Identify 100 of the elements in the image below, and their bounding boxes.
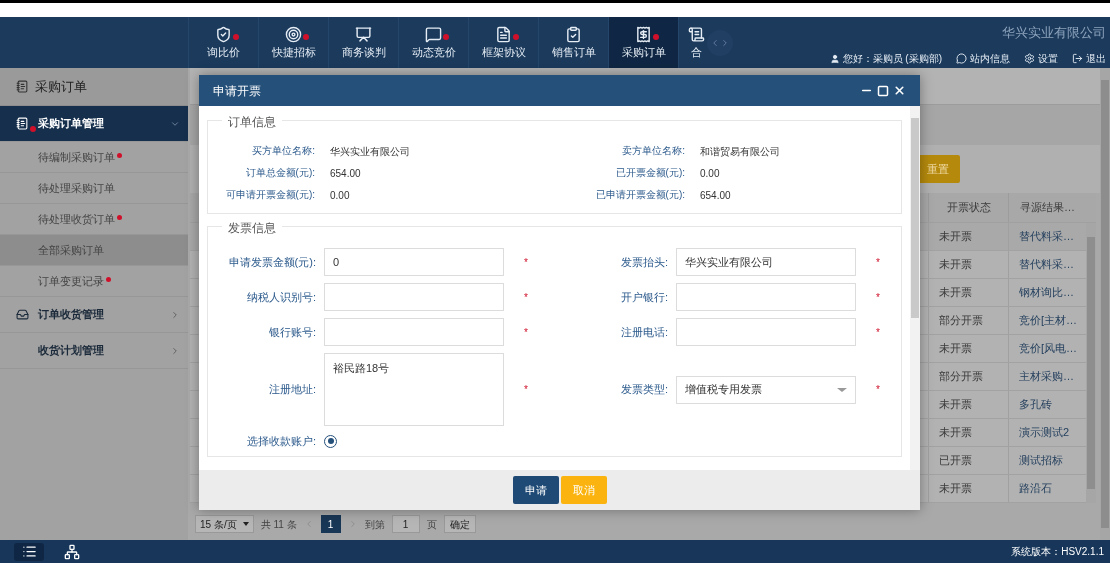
info-label: 可申请开票金额(元): [224, 189, 315, 201]
maximize-icon[interactable] [877, 84, 889, 97]
required-mark: * [875, 325, 881, 340]
scroll-icon [687, 26, 705, 43]
table-cell: 已开票 [928, 447, 1008, 474]
info-value: 0.00 [330, 188, 351, 203]
required-mark: * [875, 255, 881, 270]
sidebar-group[interactable]: 采购订单管理 [0, 106, 188, 142]
shield-icon [215, 26, 232, 43]
required-mark: * [523, 383, 529, 397]
confirm-button[interactable]: 确定 [443, 515, 476, 533]
apply-button[interactable]: 申请 [512, 476, 559, 504]
document-icon [495, 26, 512, 43]
required-mark: * [875, 383, 881, 397]
input-field[interactable] [676, 283, 856, 311]
field-label: 发票类型: [619, 383, 668, 396]
field-label: 注册电话: [619, 325, 668, 339]
goto-page-field[interactable]: 1 [391, 515, 420, 533]
sidebar-group-label: 订单收货管理 [38, 307, 105, 323]
required-mark: * [523, 325, 529, 340]
info-label: 已开票金额(元): [614, 167, 685, 179]
header-link[interactable]: 站内信息 [956, 51, 1010, 66]
section-legend: 发票信息 [222, 219, 282, 237]
input-field[interactable] [324, 318, 504, 346]
hierarchy-icon[interactable] [64, 543, 80, 560]
close-icon[interactable] [893, 84, 906, 97]
input-field[interactable] [676, 318, 856, 346]
tray-icon [16, 308, 29, 321]
scrollbar[interactable] [910, 106, 920, 470]
info-value: 654.00 [330, 166, 362, 181]
nav-label: 采购订单 [621, 45, 666, 59]
invoice-type-select[interactable]: 增值税专用发票 [676, 375, 856, 404]
receipt-icon [635, 26, 652, 43]
user-greeting: 您好：采购员 (采购部) [842, 52, 942, 66]
caret-icon [242, 522, 249, 526]
table-cell: 未开票 [928, 335, 1008, 362]
column-header: 寻源结果… [1008, 193, 1086, 222]
notebook-icon [16, 117, 29, 130]
page-size-select[interactable]: 15 条/页 [195, 515, 254, 533]
sidebar-item-label: 全部采购订单 [38, 242, 104, 258]
info-label: 买方单位名称: [251, 145, 315, 157]
info-value: 654.00 [700, 188, 732, 203]
nav-label: 动态竞价 [411, 45, 456, 59]
table-cell: 部分开票 [928, 363, 1008, 390]
nav-label: 合 [690, 45, 702, 59]
page-number[interactable]: 1 [320, 515, 341, 533]
chevron-right-icon [720, 37, 730, 48]
header-link[interactable]: 退出 [1072, 51, 1106, 66]
field-label: 申请发票金额(元): [227, 255, 316, 269]
input-field[interactable]: 华兴实业有限公司 [676, 248, 856, 276]
info-value: 0.00 [700, 166, 721, 181]
presentation-icon [355, 26, 372, 43]
field-label: 纳税人识别号: [245, 290, 316, 304]
dialog-title: 申请开票 [213, 82, 262, 100]
column-header: 开票状态 [928, 193, 1008, 222]
version-text: 系统版本：HSV2.1.1 [1011, 545, 1104, 559]
input-field[interactable] [324, 283, 504, 311]
table-cell: 部分开票 [928, 307, 1008, 334]
nav-label: 商务谈判 [341, 45, 386, 59]
table-cell: 未开票 [928, 223, 1008, 250]
sidebar-item-label: 待处理采购订单 [38, 180, 115, 196]
nav-label: 询比价 [207, 45, 240, 59]
chat-icon [956, 53, 967, 64]
nav-tab[interactable]: 采购订单 [608, 17, 678, 68]
sidebar-item-label: 订单变更记录 [38, 273, 104, 289]
section-legend: 订单信息 [222, 113, 282, 131]
nav-label: 销售订单 [551, 45, 596, 59]
table-cell: 未开票 [928, 391, 1008, 418]
required-mark: * [875, 290, 881, 305]
target-icon [285, 26, 302, 43]
chevron-left-icon [710, 37, 720, 48]
list-icon [21, 544, 37, 559]
field-label: 发票抬头: [619, 255, 668, 269]
scrollbar[interactable] [1086, 223, 1096, 503]
page-unit: 页 [426, 517, 437, 532]
address-field[interactable]: 裕民路18号 [324, 353, 504, 426]
required-mark: * [523, 255, 529, 270]
input-field[interactable]: 0 [324, 248, 504, 276]
field-label: 注册地址: [267, 383, 316, 396]
header-link[interactable]: 设置 [1024, 51, 1058, 66]
total-count: 共 11 条 [260, 517, 297, 532]
list-view-button[interactable] [14, 542, 44, 561]
info-label: 卖方单位名称: [621, 145, 685, 157]
settings-icon [1024, 53, 1035, 64]
chevron-right-icon [170, 309, 180, 320]
field-label: 选择收款账户: [245, 434, 316, 449]
goto-label: 到第 [364, 517, 385, 532]
table-cell: 未开票 [928, 279, 1008, 306]
required-mark: * [523, 290, 529, 305]
user-icon [829, 53, 840, 64]
field-label: 开户银行: [619, 290, 668, 304]
sidebar-group-label: 收货计划管理 [38, 343, 105, 359]
sidebar-item-label: 待处理收货订单 [38, 211, 115, 227]
scroll-arrows-button[interactable] [707, 29, 733, 56]
sidebar-group-label: 采购订单管理 [38, 116, 105, 132]
nav-label: 框架协议 [481, 45, 526, 59]
sidebar-item-label: 待编制采购订单 [38, 149, 115, 165]
field-label: 银行账号: [267, 325, 316, 339]
caret-icon [837, 387, 847, 392]
info-value: 和谐贸易有限公司 [700, 144, 781, 159]
